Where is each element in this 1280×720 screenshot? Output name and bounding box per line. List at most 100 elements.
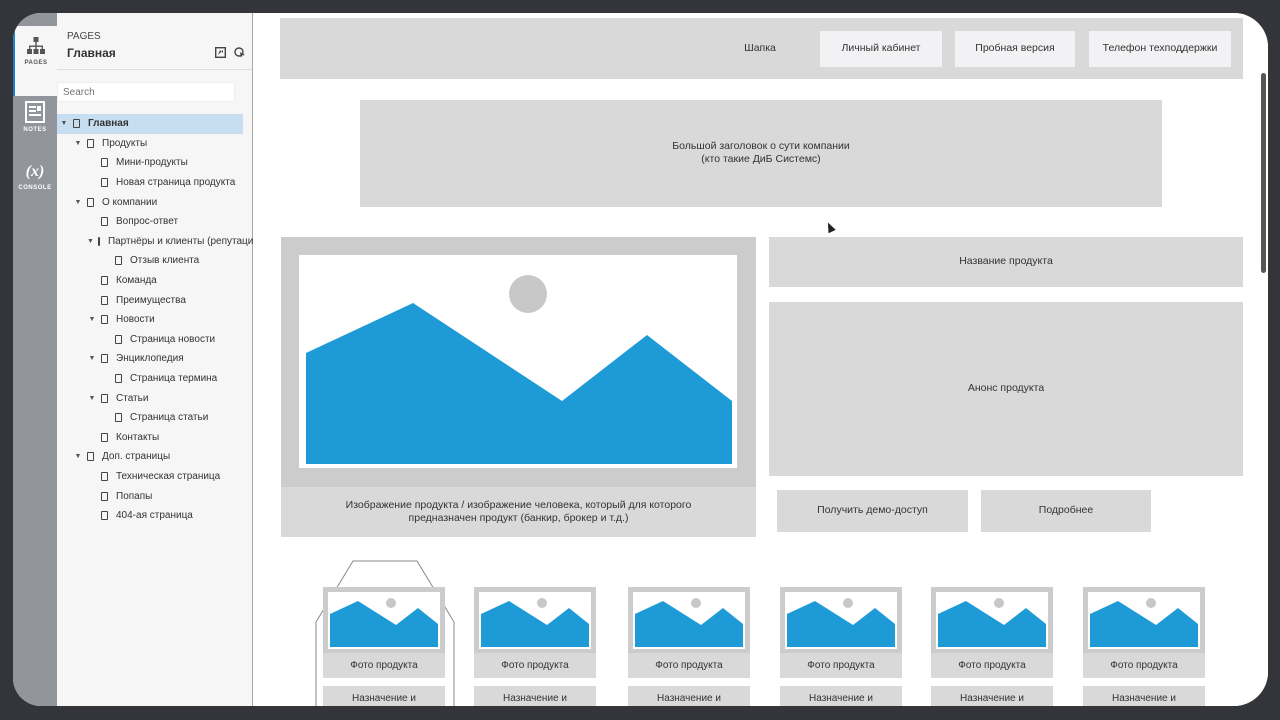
tree-item-label: Страница новости [130,333,216,345]
tree-item[interactable]: Команда [57,271,253,291]
tree-item-label: Контакты [116,431,160,443]
tree-item[interactable]: ▼ О компании [57,192,253,212]
wf-product-announce[interactable]: Анонс продукта [769,302,1243,476]
tree-item[interactable]: Преимущества [57,290,253,310]
wf-more-button[interactable]: Подробнее [981,490,1151,532]
page-icon [115,374,122,384]
page-icon [101,393,108,403]
device-frame: PAGES NOTES (x) CONSOLE PAGES Главная Se… [0,0,1280,720]
product-card-photo-label: Фото продукта [323,653,445,678]
product-card-purpose-label: Назначение и [323,686,445,706]
wf-product-name[interactable]: Название продукта [769,237,1243,287]
mouse-cursor [824,220,836,234]
tree-item[interactable]: Контакты [57,428,253,448]
product-card-photo-label: Фото продукта [474,653,596,678]
export-icon[interactable] [215,47,226,58]
rail-tab-pages[interactable]: PAGES [13,26,57,96]
wf-button-support-phone[interactable]: Телефон техподдержки [1089,31,1231,67]
product-card-image[interactable] [931,587,1053,653]
console-icon: (x) [25,163,45,180]
rail-tab-label: NOTES [23,127,47,133]
panel-title: Главная [67,46,116,60]
page-icon [101,178,108,188]
tree-item[interactable]: ▼ Энциклопедия [57,349,253,369]
tree-item[interactable]: Вопрос-ответ [57,212,253,232]
tree-item-label: Техническая страница [116,470,221,482]
tree-item-label: Партнёры и клиенты (репутация) [107,235,253,247]
caret-down-icon[interactable]: ▼ [73,453,83,460]
page-icon [101,354,108,364]
rail-tab-console[interactable]: (x) CONSOLE [13,163,57,213]
tree-item[interactable]: Техническая страница [57,467,253,487]
image-placeholder-icon [306,275,732,464]
product-card-photo-label: Фото продукта [628,653,750,678]
notes-icon [25,101,45,123]
rail-tab-notes[interactable]: NOTES [13,101,57,151]
page-icon [115,334,122,344]
product-card-photo-label: Фото продукта [780,653,902,678]
tree-item[interactable]: ▼ Новости [57,310,253,330]
caret-down-icon[interactable]: ▼ [87,238,94,245]
product-card-image[interactable] [1083,587,1205,653]
tree-item[interactable]: Мини-продукты [57,153,253,173]
caret-down-icon[interactable]: ▼ [73,140,83,147]
wf-button-trial[interactable]: Пробная версия [955,31,1075,67]
tree-item[interactable]: Отзыв клиента [57,251,253,271]
wf-header-label: Шапка [744,42,776,55]
tree-item[interactable]: Страница новости [57,330,253,350]
page-icon [101,217,108,227]
tree-item-label: Вопрос-ответ [116,216,179,228]
panel-kicker: PAGES [67,31,101,42]
image-placeholder-icon [787,598,895,647]
caret-down-icon[interactable]: ▼ [87,395,97,402]
wf-hero[interactable]: Большой заголовок о сути компании (кто т… [360,100,1162,207]
product-card-image[interactable] [323,587,445,653]
caret-down-icon[interactable]: ▼ [87,316,97,323]
product-card-photo-label: Фото продукта [931,653,1053,678]
tree-item-label: Отзыв клиента [130,255,200,267]
design-canvas[interactable]: Шапка Личный кабинет Пробная версия Теле… [254,13,1268,706]
tree-item-label: Доп. страницы [102,451,171,463]
product-card-image[interactable] [474,587,596,653]
tree-item[interactable]: Страница термина [57,369,253,389]
page-icon [101,491,108,501]
page-icon [115,413,122,423]
product-card-purpose-label: Назначение и [1083,686,1205,706]
image-placeholder-icon [481,598,589,647]
tree-item[interactable]: ▼ Партнёры и клиенты (репутация) [57,232,253,252]
add-page-cursor-icon[interactable] [234,47,246,58]
tree-item[interactable]: 404-ая страница [57,506,253,526]
page-icon [97,236,100,246]
wf-product-image[interactable] [281,237,756,487]
caret-down-icon[interactable]: ▼ [73,199,83,206]
page-icon [101,276,108,286]
tree-item[interactable]: Страница статьи [57,408,253,428]
tree-item[interactable]: Новая страница продукта [57,173,253,193]
page-icon [101,295,108,305]
tree-item[interactable]: ▼ Доп. страницы [57,447,253,467]
canvas-scrollbar[interactable] [1261,73,1266,273]
wf-product-image-caption: Изображение продукта / изображение челов… [281,487,756,537]
tree-item[interactable]: ▼ Продукты [57,134,253,154]
page-icon [101,511,108,521]
caret-down-icon[interactable]: ▼ [87,355,97,362]
tree-item-label: Страница статьи [130,412,209,424]
tree-item[interactable]: ▼ Главная [57,114,243,134]
page-icon [101,158,108,168]
wf-demo-button[interactable]: Получить демо-доступ [777,490,968,532]
pages-search-input[interactable] [57,82,235,102]
app-window: PAGES NOTES (x) CONSOLE PAGES Главная Se… [13,13,1268,706]
product-card-image[interactable] [628,587,750,653]
pages-panel-header: PAGES Главная [57,13,252,70]
tree-item[interactable]: ▼ Статьи [57,388,253,408]
tree-item-label: Энциклопедия [116,353,184,365]
rail-tab-label: CONSOLE [18,185,52,191]
product-card-image[interactable] [780,587,902,653]
wf-button-account[interactable]: Личный кабинет [820,31,942,67]
product-card-purpose-label: Назначение и [474,686,596,706]
caption-line: предназначен продукт (банкир, брокер и т… [408,512,629,524]
tree-item-label: 404-ая страница [116,510,193,522]
caret-down-icon[interactable]: ▼ [59,120,69,127]
tree-item-label: Преимущества [116,294,186,306]
tree-item[interactable]: Попапы [57,486,253,506]
